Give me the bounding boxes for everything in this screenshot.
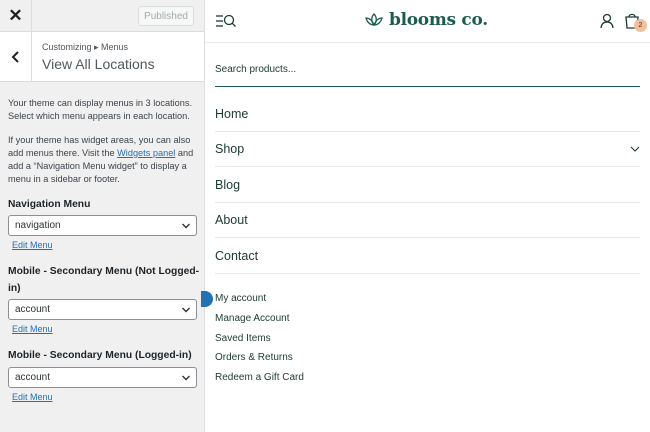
chevron-down-icon [182,223,190,229]
widgets-panel-link[interactable]: Widgets panel [117,148,175,158]
location-select-secondary-logged-out[interactable]: account [8,299,197,320]
brand-name: blooms co. [389,10,488,30]
site-preview: blooms co. 2 Search products... Home Sho… [201,0,650,432]
location-select-secondary-logged-in[interactable]: account [8,367,197,388]
location-select-value: navigation [15,220,61,231]
user-icon [600,13,614,29]
nav-item-shop[interactable]: Shop [215,132,640,167]
edit-shortcut-icon[interactable] [201,291,213,307]
edit-menu-link[interactable]: Edit Menu [12,324,53,334]
edit-menu-link[interactable]: Edit Menu [12,392,53,402]
location-label-navigation: Navigation Menu [8,199,91,210]
secondary-menu-item[interactable]: My account [215,293,266,304]
close-customizer-button[interactable]: ✕ [0,0,32,31]
location-select-value: account [15,304,51,315]
nav-item-contact[interactable]: Contact [215,239,640,274]
chevron-down-icon [182,307,190,313]
nav-item-about[interactable]: About [215,203,640,238]
location-label-secondary-logged-out: Mobile - Secondary Menu (Not Logged-in) [8,266,200,294]
location-label-secondary-logged-in: Mobile - Secondary Menu (Logged-in) [8,350,192,361]
cart-count-badge: 2 [634,19,647,32]
customizer-topbar: ✕ Published [0,0,204,32]
location-select-value: account [15,372,51,383]
lotus-icon [365,13,383,26]
site-logo[interactable]: blooms co. [365,10,488,30]
nav-item-blog[interactable]: Blog [215,168,640,203]
account-button[interactable] [600,13,614,34]
location-select-navigation[interactable]: navigation [8,215,197,236]
close-icon: ✕ [8,5,23,25]
chevron-left-icon [11,50,19,63]
site-header: blooms co. 2 [205,0,650,43]
chevron-down-icon[interactable] [630,145,640,153]
menu-search-icon [216,14,236,27]
menu-search-toggle[interactable] [215,13,237,34]
breadcrumb: Customizing ▸ Menus [42,42,129,52]
secondary-menu-item[interactable]: Manage Account [215,313,290,324]
section-title: View All Locations [42,56,155,72]
back-button[interactable] [0,32,32,81]
customizer-sidebar: ✕ Published Customizing ▸ Menus View All… [0,0,205,432]
secondary-menu-item[interactable]: Saved Items [215,333,271,344]
search-input[interactable]: Search products... [215,56,640,87]
chevron-down-icon [182,375,190,381]
nav-item-home[interactable]: Home [215,97,640,132]
widgets-description: If your theme has widget areas, you can … [8,134,200,186]
edit-menu-link[interactable]: Edit Menu [12,240,53,250]
section-header: Customizing ▸ Menus View All Locations [0,32,204,82]
published-button[interactable]: Published [138,6,194,26]
nav-item-label: Shop [215,142,245,156]
secondary-menu-item[interactable]: Redeem a Gift Card [215,372,304,383]
locations-description: Your theme can display menus in 3 locati… [8,98,193,121]
secondary-menu-item[interactable]: Orders & Returns [215,352,293,363]
